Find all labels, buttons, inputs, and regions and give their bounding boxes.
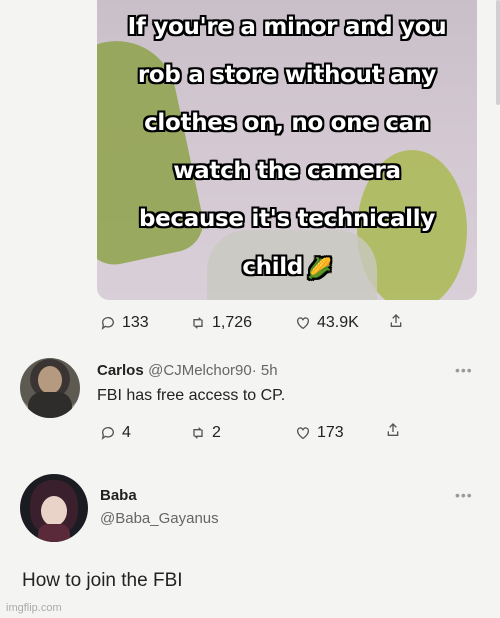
retweet-action[interactable]: 2 xyxy=(190,424,221,442)
retweet-icon xyxy=(193,317,203,329)
avatar[interactable] xyxy=(20,358,80,418)
retweet-icon xyxy=(193,427,203,439)
user-name[interactable]: Baba xyxy=(100,487,137,504)
retweet-action[interactable]: 1,726 xyxy=(190,314,252,332)
user-handle[interactable]: @CJMelchor90 xyxy=(148,362,252,379)
reply-count: 4 xyxy=(122,424,131,441)
reply-text: FBI has free access to CP. xyxy=(97,387,286,404)
meme-line: clothes on, no one can xyxy=(144,110,430,136)
share-icon xyxy=(387,423,399,436)
share-action[interactable] xyxy=(385,422,401,438)
reply-action[interactable]: 133 xyxy=(100,314,149,332)
heart-icon xyxy=(297,317,309,330)
like-count: 173 xyxy=(317,424,344,441)
user-handle[interactable]: @Baba_Gayanus xyxy=(100,510,219,527)
timestamp[interactable]: · 5h xyxy=(252,362,278,379)
meme-image: If you're a minor and you rob a store wi… xyxy=(97,0,477,300)
more-options-icon[interactable]: ••• xyxy=(455,487,473,503)
user-name[interactable]: Carlos xyxy=(97,362,144,379)
like-action[interactable]: 43.9K xyxy=(295,314,359,332)
meme-line: If you're a minor and you xyxy=(127,14,447,40)
share-action[interactable] xyxy=(388,313,404,329)
reply-action[interactable]: 4 xyxy=(100,424,131,442)
meme-line-last: child 🌽 xyxy=(97,254,477,280)
avatar-shirt xyxy=(28,392,72,418)
scrollbar[interactable] xyxy=(496,0,500,105)
more-options-icon[interactable]: ••• xyxy=(455,362,473,378)
avatar-face xyxy=(38,366,62,394)
retweet-count: 2 xyxy=(212,424,221,441)
avatar-face xyxy=(41,496,67,526)
avatar[interactable] xyxy=(20,474,88,542)
heart-icon xyxy=(297,427,309,440)
avatar-shirt xyxy=(38,524,70,542)
reply-count: 133 xyxy=(122,314,149,331)
meme-line: because it's technically xyxy=(138,206,436,232)
reply-text: How to join the FBI xyxy=(22,570,183,591)
retweet-count: 1,726 xyxy=(212,314,253,331)
meme-line: watch the camera xyxy=(173,158,401,184)
meme-line: rob a store without any xyxy=(137,62,437,88)
reply-icon xyxy=(101,427,114,440)
like-action[interactable]: 173 xyxy=(295,424,344,442)
like-count: 43.9K xyxy=(317,314,359,331)
share-icon xyxy=(390,314,402,327)
watermark: imgflip.com xyxy=(6,602,62,614)
reply-header: Carlos @CJMelchor90· 5h xyxy=(97,362,278,380)
reply-icon xyxy=(101,317,114,330)
corn-emoji: 🌽 xyxy=(307,255,332,280)
meme-line: child xyxy=(242,254,304,280)
